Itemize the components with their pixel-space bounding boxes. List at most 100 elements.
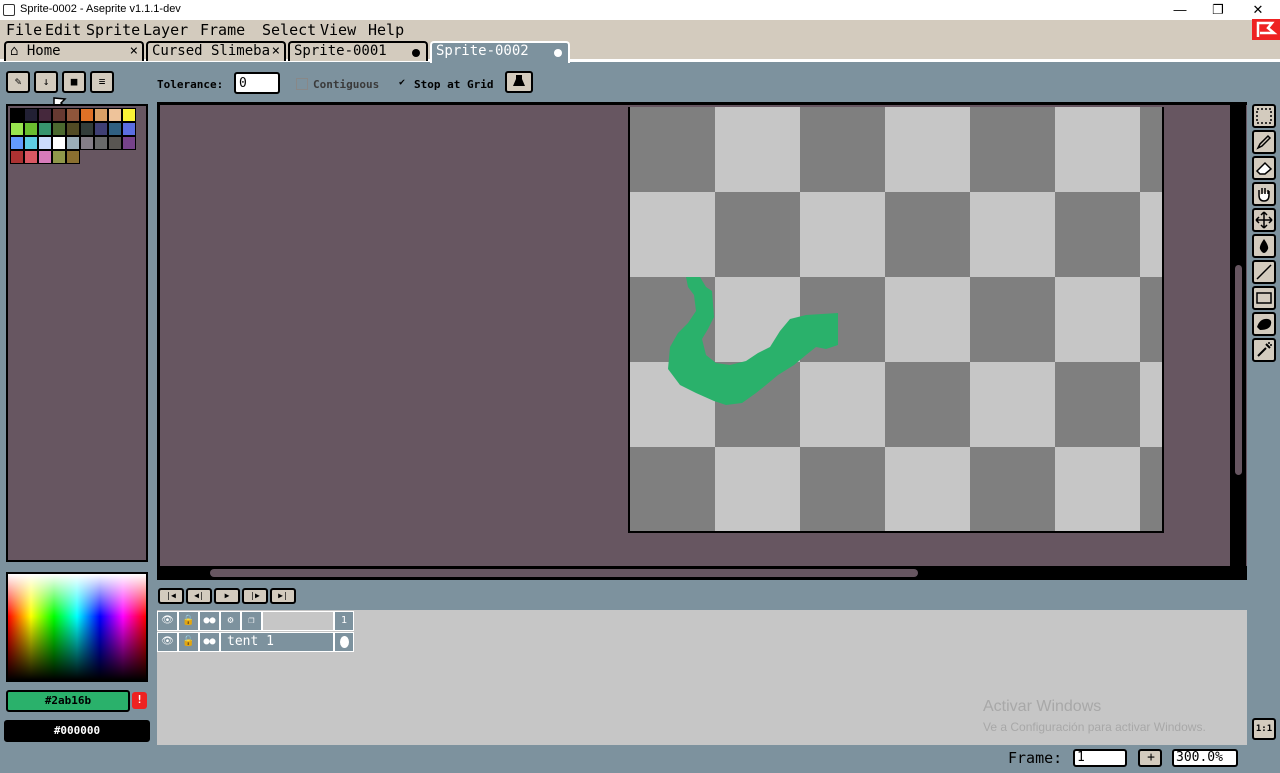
sprite-editor[interactable] — [157, 102, 1247, 580]
vertical-scroll-thumb[interactable] — [1235, 265, 1242, 475]
previous-frame-button[interactable]: ◀| — [186, 588, 212, 604]
tool-line[interactable] — [1252, 260, 1276, 284]
palette-swatch[interactable] — [52, 122, 66, 136]
palette-swatch[interactable] — [52, 136, 66, 150]
cel[interactable] — [334, 632, 354, 652]
palette-swatch[interactable] — [108, 122, 122, 136]
layer-lock-toggle[interactable]: 🔓 — [178, 632, 199, 652]
palette-swatch[interactable] — [10, 122, 24, 136]
first-frame-button[interactable]: |◀ — [158, 588, 184, 604]
palette-swatch[interactable] — [80, 108, 94, 122]
tool-spray[interactable] — [1252, 338, 1276, 362]
tool-hand[interactable] — [1252, 182, 1276, 206]
palette-swatch[interactable] — [24, 136, 38, 150]
tab-cursed-slimeba[interactable]: Cursed Slimeba × — [146, 41, 286, 61]
palette-swatch[interactable] — [80, 122, 94, 136]
palette-swatch[interactable] — [122, 136, 136, 150]
tool-paint-bucket[interactable] — [1252, 234, 1276, 258]
menu-view[interactable]: View — [320, 21, 356, 39]
palette-swatch[interactable] — [66, 136, 80, 150]
contiguous-checkbox[interactable] — [296, 78, 308, 90]
menu-file[interactable]: File — [6, 21, 42, 39]
background-color-button[interactable]: #000000 — [4, 720, 150, 742]
tool-rectangle[interactable] — [1252, 286, 1276, 310]
pixel-perfect-button[interactable] — [505, 71, 533, 93]
palette-swatch[interactable] — [66, 150, 80, 164]
color-spectrum[interactable] — [6, 572, 148, 682]
tool-move[interactable] — [1252, 208, 1276, 232]
palette-swatch[interactable] — [122, 122, 136, 136]
palette-sort-button[interactable]: ↓ — [34, 71, 58, 93]
tab-sprite-0001[interactable]: Sprite-0001 — [288, 41, 428, 61]
palette-swatch[interactable] — [24, 150, 38, 164]
sprite-canvas[interactable] — [628, 107, 1164, 533]
tool-eraser[interactable] — [1252, 156, 1276, 180]
settings-header[interactable]: ⚙ — [220, 611, 241, 631]
palette-swatch[interactable] — [66, 122, 80, 136]
layer-visibility-toggle[interactable]: 👁 — [157, 632, 178, 652]
tool-rectangular-marquee[interactable] — [1252, 104, 1276, 128]
palette-swatch[interactable] — [52, 150, 66, 164]
palette-swatch[interactable] — [94, 122, 108, 136]
foreground-color-button[interactable]: #2ab16b — [6, 690, 130, 712]
palette-swatch[interactable] — [94, 108, 108, 122]
layer-continuous-toggle[interactable]: ●● — [199, 632, 220, 652]
tool-pencil[interactable] — [1252, 130, 1276, 154]
palette-swatch[interactable] — [80, 136, 94, 150]
palette-swatch[interactable] — [38, 150, 52, 164]
link-icon: ●● — [203, 636, 216, 647]
tab-sprite-0002[interactable]: Sprite-0002 — [430, 41, 570, 63]
frame-input[interactable]: 1 — [1073, 749, 1127, 767]
palette-swatch[interactable] — [10, 136, 24, 150]
palette-swatch[interactable] — [24, 108, 38, 122]
menu-frame[interactable]: Frame — [200, 21, 245, 39]
menu-help[interactable]: Help — [368, 21, 404, 39]
frame-header[interactable]: 1 — [334, 611, 354, 631]
palette-swatch[interactable] — [38, 136, 52, 150]
palette-swatch[interactable] — [38, 108, 52, 122]
horizontal-scroll-thumb[interactable] — [210, 569, 918, 577]
warning-icon[interactable]: ! — [132, 692, 147, 709]
restore-button[interactable]: ❐ — [1198, 0, 1238, 20]
contour-icon — [1257, 318, 1272, 330]
palette-swatch[interactable] — [10, 150, 24, 164]
minimize-button[interactable]: — — [1160, 0, 1200, 20]
onion-header[interactable]: ●● — [199, 611, 220, 631]
zoom-input[interactable]: 300.0% — [1172, 749, 1238, 767]
tab-close-button[interactable]: × — [130, 43, 138, 60]
palette-swatch[interactable] — [10, 108, 24, 122]
play-button[interactable]: ▶ — [214, 588, 240, 604]
zoom-reset-button[interactable]: 1:1 — [1252, 718, 1276, 740]
tab-home[interactable]: ⌂ Home × — [4, 41, 144, 61]
stop-at-grid-checkbox[interactable]: ✔ — [396, 78, 408, 90]
next-frame-button[interactable]: |▶ — [242, 588, 268, 604]
last-frame-button[interactable]: ▶| — [270, 588, 296, 604]
visibility-header[interactable]: 👁 — [157, 611, 178, 631]
palette-swatch[interactable] — [38, 122, 52, 136]
previous-frame-icon: ◀| — [194, 591, 204, 600]
palette-presets-button[interactable]: ■ — [62, 71, 86, 93]
lock-header[interactable]: 🔒 — [178, 611, 199, 631]
tab-close-button[interactable]: × — [271, 43, 280, 60]
palette-swatch[interactable] — [94, 136, 108, 150]
tolerance-input[interactable] — [234, 72, 280, 94]
menu-edit[interactable]: Edit — [45, 21, 81, 39]
close-window-button[interactable]: ✕ — [1238, 0, 1278, 20]
modified-dot-icon[interactable] — [554, 49, 562, 57]
menu-sprite[interactable]: Sprite — [86, 21, 140, 39]
tool-contour[interactable] — [1252, 312, 1276, 336]
palette-edit-button[interactable]: ✎ — [6, 71, 30, 93]
menu-layer[interactable]: Layer — [143, 21, 188, 39]
palette-options-button[interactable]: ≡ — [90, 71, 114, 93]
palette-swatch[interactable] — [108, 108, 122, 122]
palette-swatch[interactable] — [24, 122, 38, 136]
menu-select[interactable]: Select — [262, 21, 316, 39]
palette-swatch[interactable] — [122, 108, 136, 122]
palette-swatch[interactable] — [108, 136, 122, 150]
layers-header[interactable]: ❐ — [241, 611, 262, 631]
modified-dot-icon[interactable] — [412, 49, 420, 57]
add-frame-button[interactable]: + — [1138, 749, 1162, 767]
layer-name[interactable]: tent 1 — [220, 632, 334, 652]
palette-swatch[interactable] — [52, 108, 66, 122]
palette-swatch[interactable] — [66, 108, 80, 122]
